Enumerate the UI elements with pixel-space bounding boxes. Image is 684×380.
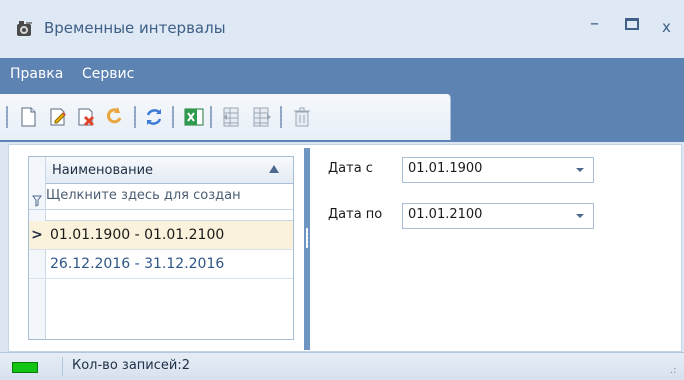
intervals-grid: Наименование Щелкните здесь для создан >… <box>28 156 294 340</box>
menu-item-edit[interactable]: Правка <box>10 66 63 82</box>
title-bar[interactable]: Временные интервалы – x <box>0 0 684 58</box>
maximize-button[interactable] <box>625 18 639 30</box>
filter-row-hint: Щелкните здесь для создан <box>46 188 241 203</box>
minimize-button[interactable]: – <box>590 13 599 34</box>
panel-splitter[interactable] <box>304 148 310 350</box>
row-interval: 26.12.2016 - 31.12.2016 <box>50 256 225 272</box>
grid-left-icon[interactable] <box>220 105 244 129</box>
date-from-field[interactable]: 01.01.1900 <box>402 157 594 183</box>
sort-ascending-icon <box>269 165 279 173</box>
column-header-name[interactable]: Наименование <box>46 157 293 184</box>
row-interval: 01.01.1900 - 01.01.2100 <box>50 227 225 243</box>
chevron-down-icon[interactable] <box>576 214 584 218</box>
app-window: Временные интервалы – x Правка Сервис На… <box>0 0 684 380</box>
filter-icon <box>32 192 42 207</box>
splitter-grip <box>306 228 308 248</box>
grid-right-icon[interactable] <box>250 105 274 129</box>
current-row-indicator-icon: > <box>31 227 43 243</box>
excel-export-icon[interactable] <box>182 105 206 129</box>
status-indicator-icon <box>12 362 38 373</box>
record-count: Кол-во записей:2 <box>72 358 191 373</box>
close-button[interactable]: x <box>662 18 671 36</box>
date-from-label: Дата с <box>328 161 373 176</box>
new-document-icon[interactable] <box>16 105 40 129</box>
column-header-label: Наименование <box>52 163 154 178</box>
undo-icon[interactable] <box>102 105 126 129</box>
refresh-icon[interactable] <box>142 105 166 129</box>
trash-icon[interactable] <box>290 105 314 129</box>
toolbar <box>0 94 451 140</box>
resize-grip-icon[interactable]: .: <box>670 365 680 376</box>
window-title: Временные интервалы <box>44 19 226 37</box>
menu-bar: Правка Сервис <box>0 58 684 92</box>
toolbar-separator <box>210 106 212 128</box>
date-to-value: 01.01.2100 <box>408 207 483 222</box>
date-to-field[interactable]: 01.01.2100 <box>402 203 594 229</box>
toolbar-separator <box>172 106 174 128</box>
status-separator <box>62 357 63 376</box>
delete-document-icon[interactable] <box>74 105 98 129</box>
date-to-label: Дата по <box>328 207 383 222</box>
table-row[interactable]: 26.12.2016 - 31.12.2016 <box>29 250 293 279</box>
table-row[interactable]: > 01.01.1900 - 01.01.2100 <box>29 221 293 250</box>
status-bar: Кол-во записей:2 .: <box>0 352 684 380</box>
app-icon <box>16 20 34 38</box>
toolbar-grip[interactable] <box>6 106 8 128</box>
edit-document-icon[interactable] <box>46 105 70 129</box>
toolbar-separator <box>280 106 282 128</box>
auto-filter-row[interactable]: Щелкните здесь для создан <box>29 184 293 210</box>
chevron-down-icon[interactable] <box>576 168 584 172</box>
menu-item-service[interactable]: Сервис <box>82 66 134 82</box>
date-from-value: 01.01.1900 <box>408 161 483 176</box>
toolbar-separator <box>134 106 136 128</box>
new-row-placeholder[interactable] <box>46 210 293 221</box>
